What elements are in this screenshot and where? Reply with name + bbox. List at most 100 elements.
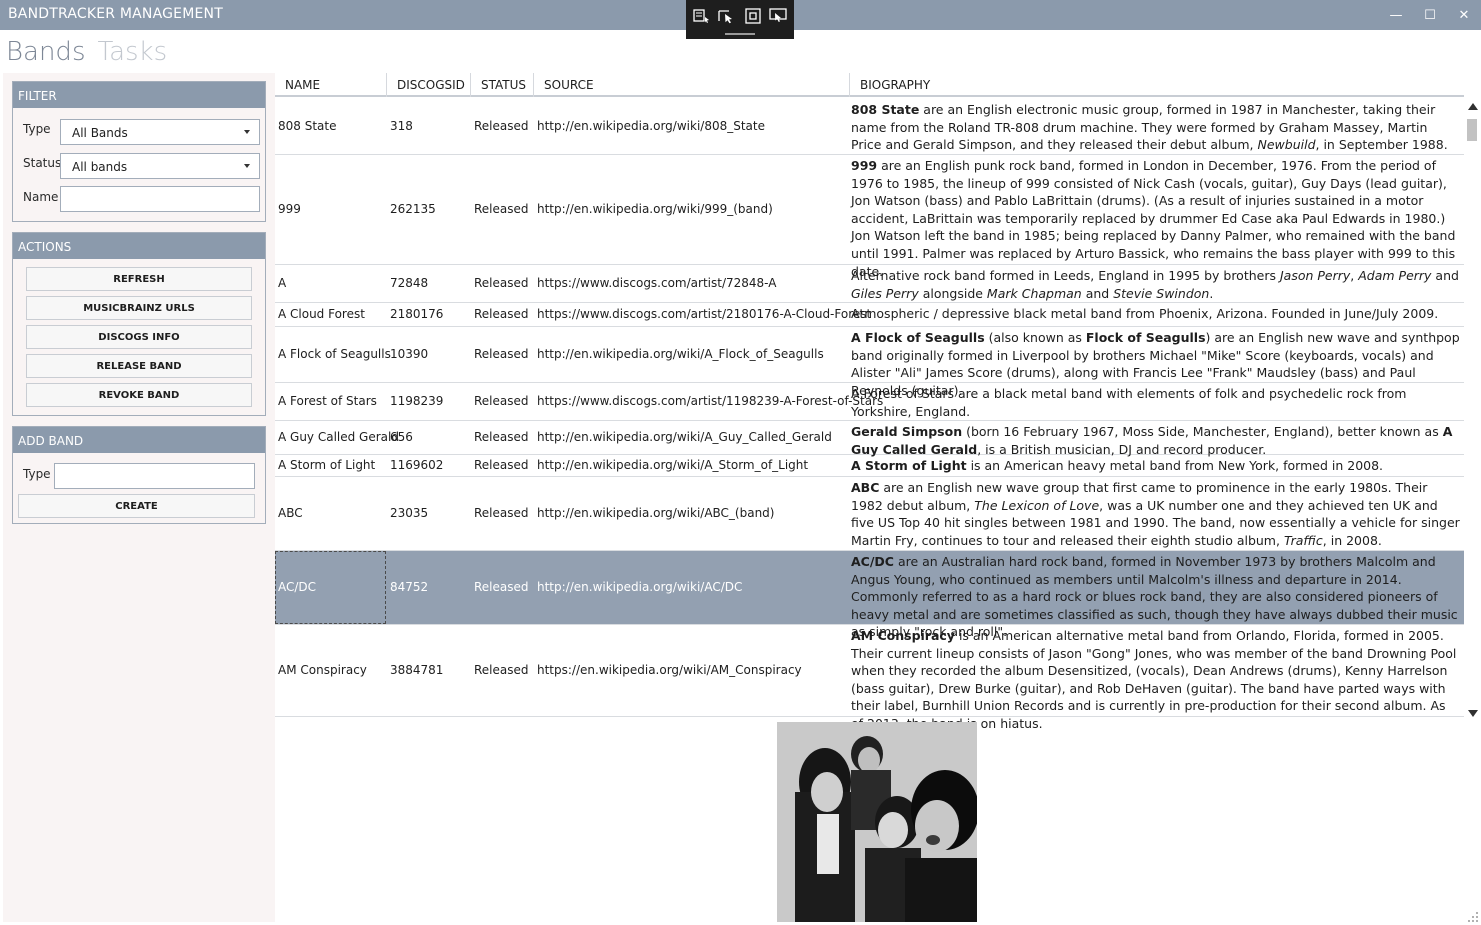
biography-text: Traffic [1283,532,1323,548]
column-divider[interactable] [470,73,471,97]
cell-status: Released [474,458,529,472]
cell-source: https://en.wikipedia.org/wiki/AM_Conspir… [537,663,802,677]
cell-biography: A Forest of Stars are a black metal band… [851,385,1461,420]
filter-status-label: Status [23,156,62,170]
tab-tasks[interactable]: Tasks [98,34,168,70]
cell-biography: A Storm of Light is an American heavy me… [851,457,1461,475]
scroll-down-icon[interactable] [1468,710,1478,717]
debug-toolbar [686,0,794,39]
resize-grip-icon[interactable] [1467,911,1479,923]
cell-source: http://en.wikipedia.org/wiki/ABC_(band) [537,506,775,520]
column-header-source[interactable]: SOURCE [544,78,594,92]
grid-header: NAME DISCOGSID STATUS SOURCE BIOGRAPHY [275,70,1464,97]
cell-status: Released [474,580,529,594]
add-band-type-label: Type [23,467,51,481]
bands-grid[interactable]: NAME DISCOGSID STATUS SOURCE BIOGRAPHY 8… [275,70,1464,731]
cell-biography: 999 are an English punk rock band, forme… [851,157,1461,280]
minimize-button[interactable]: — [1379,0,1413,30]
cell-name: A Flock of Seagulls [278,347,391,361]
table-row[interactable]: A Cloud Forest 2180176 Released https://www… [275,303,1464,327]
biography-text: A Storm of Light [851,458,967,473]
cell-discogsid: 2180176 [390,307,444,321]
main-tabs: Bands Tasks [6,34,167,70]
cell-source: https://www.discogs.com/artist/72848-A [537,276,777,290]
cell-source: http://en.wikipedia.org/wiki/A_Flock_of_… [537,347,824,361]
toolbar-grip[interactable] [725,33,755,35]
cell-biography: AM Conspiracy is an American alternative… [851,627,1461,733]
cell-name: A Forest of Stars [278,394,377,408]
table-row[interactable]: A 72848 Released https://www.discogs.com/ar… [275,265,1464,303]
column-header-name[interactable]: NAME [285,78,320,92]
cell-biography: Atmospheric / depressive black metal ban… [851,305,1461,323]
biography-text: 808 State [851,102,920,117]
create-button[interactable]: CREATE [18,494,255,518]
cell-name: ABC [278,506,303,520]
table-row[interactable]: AC/DC 84752 Released http://en.wikipedia.or… [275,551,1464,639]
table-row[interactable]: A Forest of Stars 1198239 Released https://… [275,383,1464,421]
column-divider[interactable] [386,73,387,97]
biography-text: Jason Perry [1279,268,1351,283]
cell-discogsid: 1169602 [390,458,444,472]
biography-text: are an English punk rock band, formed in… [851,158,1456,279]
column-divider[interactable] [533,73,534,97]
layout-adorners-icon[interactable] [744,8,762,24]
biography-text: Giles Perry [851,285,919,301]
cell-status: Released [474,394,529,408]
biography-text: Mark Chapman [986,285,1082,301]
table-row[interactable]: A Guy Called Gerald 656 Released http://en.… [275,421,1464,457]
cell-source: http://en.wikipedia.org/wiki/A_Storm_of_… [537,458,809,472]
window-title: BANDTRACKER MANAGEMENT [8,6,223,22]
release-band-button[interactable]: RELEASE BAND [26,354,252,378]
cell-status: Released [474,276,529,290]
column-divider[interactable] [849,73,850,97]
cell-discogsid: 84752 [390,580,429,594]
actions-heading: ACTIONS [13,233,265,259]
table-row[interactable]: 808 State 318 Released http://en.wikipedia.… [275,99,1464,155]
revoke-band-button[interactable]: REVOKE BAND [26,383,252,407]
select-element-icon[interactable] [718,8,736,24]
table-row[interactable]: AM Conspiracy 3884781 Released https://en.w… [275,625,1464,731]
left-panel: FILTER Type All Bands Status All bands N… [3,73,275,922]
add-band-heading: ADD BAND [13,427,265,453]
table-row[interactable]: 999 262135 Released http://en.wikipedia.org… [275,155,1464,279]
table-row[interactable]: A Flock of Seagulls 10390 Released http://e… [275,327,1464,398]
close-button[interactable]: ✕ [1447,0,1481,30]
filter-type-select[interactable]: All Bands [60,119,260,145]
cell-source: http://en.wikipedia.org/wiki/AC/DC [537,580,743,594]
cell-name: A Storm of Light [278,458,376,472]
biography-text: AC/DC [851,554,894,569]
add-band-group: ADD BAND Type CREATE [12,426,266,524]
scroll-thumb[interactable] [1467,119,1477,141]
cell-status: Released [474,202,529,216]
biography-text: . [1209,285,1214,301]
scroll-up-icon[interactable] [1468,103,1478,110]
biography-text: ABC [851,480,880,495]
cell-source: http://en.wikipedia.org/wiki/999_(band) [537,202,773,216]
close-icon: ✕ [1458,7,1470,23]
cell-status: Released [474,663,529,677]
cell-name: A [278,276,287,290]
add-band-type-input[interactable] [54,463,255,489]
refresh-button[interactable]: REFRESH [26,267,252,291]
filter-name-input[interactable] [60,186,260,212]
minimize-icon: — [1389,7,1403,23]
biography-text: Adam Perry [1358,268,1432,283]
table-row[interactable]: ABC 23035 Released http://en.wikipedia.org/… [275,477,1464,551]
track-focus-icon[interactable] [769,8,787,24]
discogs-info-button[interactable]: DISCOGS INFO [26,325,252,349]
live-tree-icon[interactable] [693,8,711,24]
filter-status-select[interactable]: All bands [60,153,260,179]
maximize-button[interactable]: ☐ [1413,0,1447,30]
column-header-biography[interactable]: BIOGRAPHY [860,78,930,92]
tab-bands[interactable]: Bands [6,34,86,70]
table-row[interactable]: A Storm of Light 1169602 Released http://en… [275,455,1464,477]
musicbrainz-urls-button[interactable]: MUSICBRAINZ URLS [26,296,252,320]
grid-scrollbar[interactable] [1464,97,1481,725]
column-header-status[interactable]: STATUS [481,78,526,92]
filter-type-label: Type [23,122,51,136]
cell-status: Released [474,430,529,444]
column-header-discogsid[interactable]: DISCOGSID [397,78,465,92]
cell-discogsid: 262135 [390,202,436,216]
cell-discogsid: 23035 [390,506,429,520]
cell-status: Released [474,506,529,520]
